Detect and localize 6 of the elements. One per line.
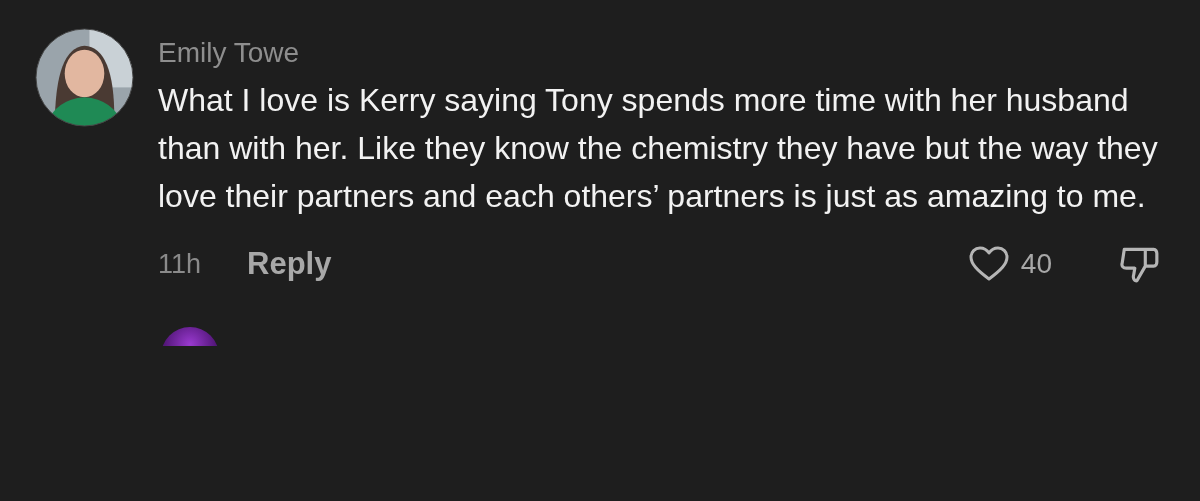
timestamp: 11h: [158, 248, 202, 280]
heart-icon[interactable]: [968, 246, 1009, 282]
like-count: 40: [1020, 248, 1052, 280]
author-name[interactable]: Emily Towe: [158, 36, 1160, 70]
comment-text: What I love is Kerry saying Tony spends more time with her husband than with her. Like they know the chemistry they have but the way they love their partners and each others’ partners is just as amazing to me.: [158, 81, 1158, 216]
reply-button[interactable]: Reply: [247, 246, 332, 282]
